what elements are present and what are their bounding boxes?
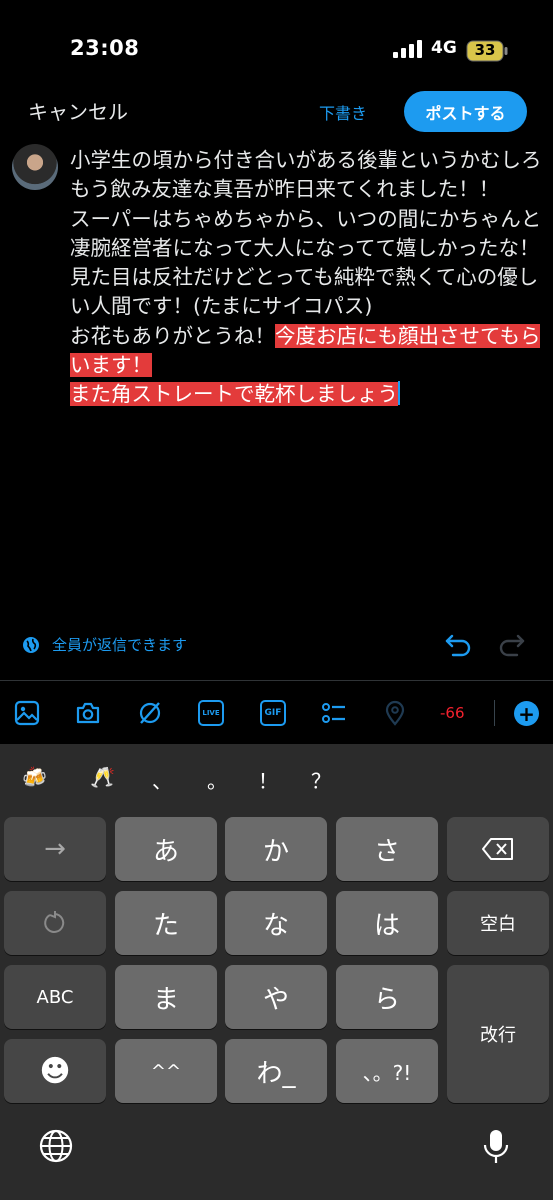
key-wa[interactable]: わ_ — [225, 1039, 327, 1103]
battery-level: 33 — [474, 41, 496, 59]
key-sa[interactable]: さ — [336, 817, 438, 881]
key-ya[interactable]: や — [225, 965, 327, 1029]
key-ma[interactable]: ま — [115, 965, 217, 1029]
reply-setting[interactable]: 全員が返信できます — [22, 634, 187, 655]
drafts-button[interactable]: 下書き — [319, 100, 367, 124]
live-icon[interactable]: LIVE — [198, 700, 224, 726]
status-time: 23:08 — [70, 36, 140, 60]
network-type: 4G — [431, 38, 457, 58]
microphone-icon[interactable] — [482, 1128, 510, 1166]
key-ra[interactable]: ら — [336, 965, 438, 1029]
tweet-text-area[interactable]: 小学生の頃から付き合いがある後輩というかむしろもう飲み友達な真吾が昨日来てくれま… — [70, 146, 544, 410]
key-punctuation[interactable]: 、。?! — [336, 1039, 438, 1103]
avatar — [12, 144, 58, 190]
gif-label: GIF — [264, 708, 282, 718]
poll-icon[interactable] — [321, 700, 347, 726]
grok-icon[interactable] — [137, 700, 163, 726]
globe-icon[interactable] — [38, 1128, 74, 1164]
tweet-text-plain: 小学生の頃から付き合いがある後輩というかむしろもう飲み友達な真吾が昨日来てくれま… — [70, 148, 542, 348]
reply-setting-label: 全員が返信できます — [52, 636, 188, 654]
candidate-comma[interactable]: 、 — [152, 765, 172, 794]
abc-key[interactable]: ABC — [4, 965, 106, 1029]
character-counter: -66 — [440, 704, 465, 722]
backspace-icon — [482, 838, 513, 860]
candidate-beer[interactable]: 🍻 — [22, 765, 47, 789]
emoji-key[interactable]: ☻ — [4, 1039, 106, 1103]
cancel-button[interactable]: キャンセル — [28, 96, 128, 125]
toolbar-divider — [0, 680, 553, 681]
redo-icon[interactable] — [497, 628, 527, 658]
candidate-question[interactable]: ？ — [311, 765, 331, 794]
candidate-period[interactable]: 。 — [207, 765, 227, 794]
candidate-exclamation[interactable]: ！ — [258, 765, 278, 794]
key-dakuten[interactable]: ^^ — [115, 1039, 217, 1103]
camera-icon[interactable] — [75, 700, 101, 726]
key-a[interactable]: あ — [115, 817, 217, 881]
image-icon[interactable] — [14, 700, 40, 726]
undo-icon[interactable] — [443, 628, 473, 658]
cellular-signal-icon — [393, 40, 422, 58]
location-icon[interactable] — [382, 700, 408, 726]
space-key[interactable]: 空白 — [447, 891, 549, 955]
delete-button[interactable] — [447, 817, 549, 881]
add-post-button[interactable]: + — [514, 701, 539, 726]
candidate-cheers[interactable]: 🥂 — [90, 765, 115, 789]
key-ka[interactable]: か — [225, 817, 327, 881]
key-arrow[interactable]: → — [4, 817, 106, 881]
return-key[interactable]: 改行 — [447, 965, 549, 1103]
post-button[interactable]: ポストする — [404, 91, 527, 132]
key-ta[interactable]: た — [115, 891, 217, 955]
key-na[interactable]: な — [225, 891, 327, 955]
undo-key[interactable] — [4, 891, 106, 955]
globe-icon — [23, 636, 39, 653]
text-cursor — [398, 381, 400, 406]
live-label: LIVE — [202, 709, 220, 717]
battery-icon: 33 — [466, 40, 508, 62]
key-ha[interactable]: は — [336, 891, 438, 955]
toolbar-separator — [494, 700, 495, 726]
gif-icon[interactable]: GIF — [260, 700, 286, 726]
rotate-icon — [44, 911, 65, 933]
